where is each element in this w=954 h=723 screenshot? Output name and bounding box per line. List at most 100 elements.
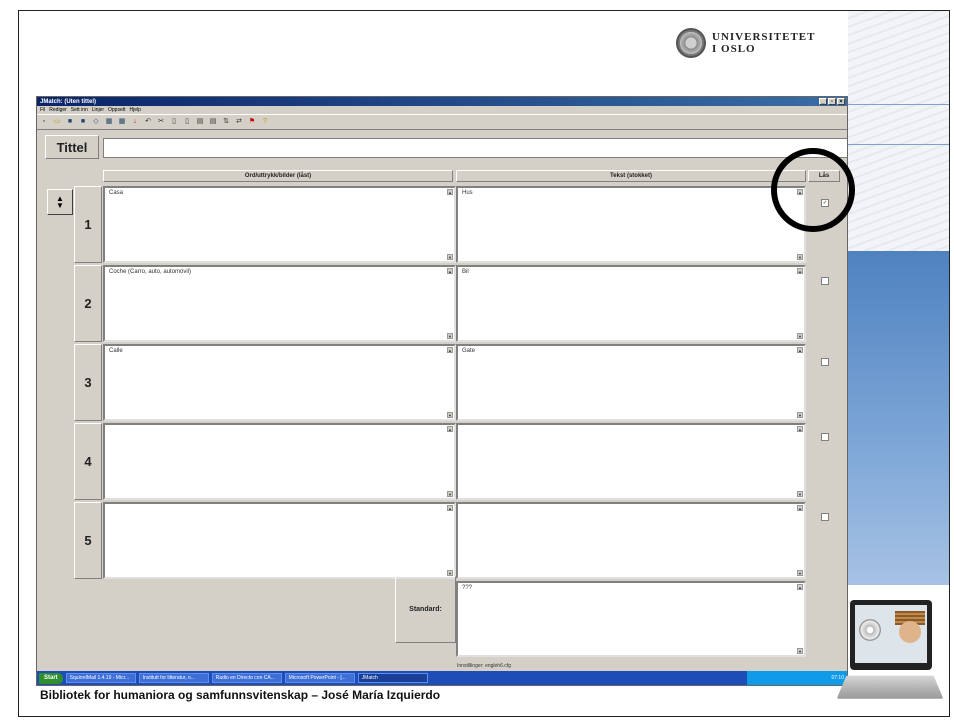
left-text-1: Casa bbox=[109, 190, 124, 196]
left-field-3[interactable]: Calle ▲ ▼ bbox=[103, 344, 456, 421]
lock-checkbox-2[interactable] bbox=[821, 277, 829, 285]
menu-linjer[interactable]: Linjer bbox=[92, 107, 104, 113]
move-row-up-down-button[interactable]: ▲ ▼ bbox=[47, 189, 73, 215]
system-tray: 07:10 bbox=[747, 671, 847, 685]
scroll-up-icon[interactable]: ▲ bbox=[797, 584, 803, 590]
scroll-down-icon[interactable]: ▼ bbox=[447, 254, 453, 260]
menu-hjelp[interactable]: Hjelp bbox=[130, 107, 141, 113]
copy-icon[interactable]: ▯ bbox=[170, 118, 178, 126]
row-number-2: 2 bbox=[74, 265, 102, 342]
right-text-3: Gate bbox=[462, 348, 476, 354]
undo-icon[interactable]: ↶ bbox=[144, 118, 152, 126]
right-text-1: Hus bbox=[462, 190, 473, 196]
shuffle-icon[interactable]: ⇄ bbox=[235, 118, 243, 126]
left-field-1[interactable]: Casa ▲ ▼ bbox=[103, 186, 456, 263]
menu-sett-inn[interactable]: Sett inn bbox=[71, 107, 88, 113]
maximize-button[interactable]: ▫ bbox=[828, 98, 836, 105]
scroll-down-icon[interactable]: ▼ bbox=[797, 648, 803, 654]
scroll-up-icon[interactable]: ▲ bbox=[797, 268, 803, 274]
row-number-5: 5 bbox=[74, 502, 102, 579]
scroll-down-icon[interactable]: ▼ bbox=[797, 570, 803, 576]
decorative-line bbox=[848, 104, 949, 105]
minimize-button[interactable]: _ bbox=[819, 98, 827, 105]
scroll-down-icon[interactable]: ▼ bbox=[447, 491, 453, 497]
scroll-up-icon[interactable]: ▲ bbox=[447, 189, 453, 195]
title-input[interactable] bbox=[103, 138, 847, 158]
right-field-2[interactable]: Bil ▲ ▼ bbox=[456, 265, 806, 342]
highlight-circle bbox=[771, 148, 855, 232]
start-button[interactable]: Start bbox=[39, 672, 63, 684]
left-field-5[interactable]: ▲ ▼ bbox=[103, 502, 456, 579]
decorative-line bbox=[848, 144, 949, 145]
web-page-icon[interactable]: ▦ bbox=[105, 118, 113, 126]
cut-icon[interactable]: ✂ bbox=[157, 118, 165, 126]
toolbar: ▫ ▭ ■ ■ ◇ ▦ ▦ ↓ ↶ ✂ ▯ ▯ ▤ ▤ ⇅ ⇄ ⚑ ? bbox=[37, 114, 847, 130]
left-field-4[interactable]: ▲ ▼ bbox=[103, 423, 456, 500]
scroll-up-icon[interactable]: ▲ bbox=[797, 347, 803, 353]
decorative-blue-column-image bbox=[848, 251, 949, 585]
scroll-up-icon[interactable]: ▲ bbox=[797, 505, 803, 511]
save-icon[interactable]: ■ bbox=[66, 118, 74, 126]
left-text-2: Coche (Carro, auto, automóvil) bbox=[109, 269, 192, 275]
scroll-up-icon[interactable]: ▲ bbox=[447, 426, 453, 432]
left-column-header: Ord/uttrykk/bilder (låst) bbox=[103, 170, 453, 182]
lock-checkbox-3[interactable] bbox=[821, 358, 829, 366]
left-text-3: Calle bbox=[109, 348, 123, 354]
taskbar-item[interactable]: Institutt for litteratur, o... bbox=[138, 673, 209, 683]
row-number-1: 1 bbox=[74, 186, 102, 263]
lock-checkbox-4[interactable] bbox=[821, 433, 829, 441]
taskbar-item[interactable]: Radio en Directo con CA... bbox=[211, 673, 282, 683]
scroll-up-icon[interactable]: ▲ bbox=[447, 268, 453, 274]
diamond-icon[interactable]: ◇ bbox=[92, 118, 100, 126]
new-file-icon[interactable]: ▫ bbox=[40, 118, 48, 126]
taskbar-item-active[interactable]: JMatch bbox=[357, 673, 428, 683]
scroll-down-icon[interactable]: ▼ bbox=[797, 333, 803, 339]
save-as-icon[interactable]: ■ bbox=[79, 118, 87, 126]
scroll-up-icon[interactable]: ▲ bbox=[447, 347, 453, 353]
right-text-2: Bil bbox=[462, 269, 469, 275]
right-field-5[interactable]: ▲ ▼ bbox=[456, 502, 806, 579]
face-image bbox=[899, 621, 921, 643]
scroll-up-icon[interactable]: ▲ bbox=[797, 426, 803, 432]
disc-icon bbox=[859, 619, 881, 641]
arrow-down-icon[interactable]: ↓ bbox=[131, 118, 139, 126]
window-titlebar[interactable]: JMatch: (Uten tittel) _ ▫ × bbox=[37, 97, 847, 106]
scroll-down-icon[interactable]: ▼ bbox=[447, 333, 453, 339]
menu-rediger[interactable]: Rediger bbox=[49, 107, 67, 113]
flag-icon[interactable]: ⚑ bbox=[248, 118, 256, 126]
sort-icon[interactable]: ⇅ bbox=[222, 118, 230, 126]
delete-row-icon[interactable]: ▤ bbox=[209, 118, 217, 126]
menu-oppsett[interactable]: Oppsett bbox=[108, 107, 126, 113]
lock-checkbox-5[interactable] bbox=[821, 513, 829, 521]
taskbar-item[interactable]: Microsoft PowerPoint - [... bbox=[284, 673, 355, 683]
standard-label: Standard: bbox=[395, 576, 456, 643]
open-folder-icon[interactable]: ▭ bbox=[53, 118, 61, 126]
export-icon[interactable]: ▦ bbox=[118, 118, 126, 126]
menu-bar: Fil Rediger Sett inn Linjer Oppsett Hjel… bbox=[37, 106, 847, 114]
menu-fil[interactable]: Fil bbox=[40, 107, 45, 113]
scroll-up-icon[interactable]: ▲ bbox=[447, 505, 453, 511]
insert-row-icon[interactable]: ▤ bbox=[196, 118, 204, 126]
standard-field[interactable]: ??? ▲ ▼ bbox=[456, 581, 806, 657]
logo-line-2: I OSLO bbox=[712, 43, 756, 55]
close-button[interactable]: × bbox=[837, 98, 845, 105]
scroll-down-icon[interactable]: ▼ bbox=[797, 491, 803, 497]
university-logo: UNIVERSITETET I OSLO bbox=[676, 28, 815, 58]
jmatch-window: JMatch: (Uten tittel) _ ▫ × Fil Rediger … bbox=[36, 96, 848, 686]
row-number-4: 4 bbox=[74, 423, 102, 500]
arrow-down-icon: ▼ bbox=[56, 201, 64, 210]
scroll-down-icon[interactable]: ▼ bbox=[797, 254, 803, 260]
right-field-1[interactable]: Hus ▲ ▼ bbox=[456, 186, 806, 263]
scroll-down-icon[interactable]: ▼ bbox=[797, 412, 803, 418]
status-bar: Innstillinger: engleh6.cfg bbox=[457, 663, 511, 669]
help-icon[interactable]: ? bbox=[261, 118, 269, 126]
scroll-down-icon[interactable]: ▼ bbox=[447, 412, 453, 418]
left-field-2[interactable]: Coche (Carro, auto, automóvil) ▲ ▼ bbox=[103, 265, 456, 342]
paste-icon[interactable]: ▯ bbox=[183, 118, 191, 126]
taskbar-item[interactable]: SquirrelMail 1.4.19 - Micr... bbox=[65, 673, 136, 683]
laptop-keyboard bbox=[836, 675, 944, 699]
laptop-illustration bbox=[836, 600, 944, 710]
right-field-3[interactable]: Gate ▲ ▼ bbox=[456, 344, 806, 421]
right-field-4[interactable]: ▲ ▼ bbox=[456, 423, 806, 500]
taskbar: Start SquirrelMail 1.4.19 - Micr... Inst… bbox=[37, 671, 847, 685]
